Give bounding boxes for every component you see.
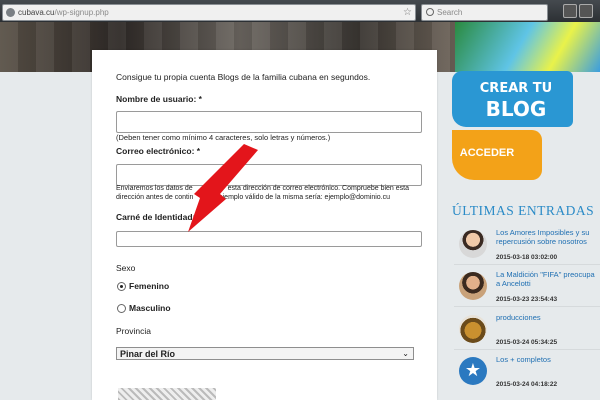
entry-4-title-line1[interactable]: Los + completos (496, 355, 551, 364)
username-input[interactable] (116, 111, 422, 133)
url-path: /wp-signup.php (54, 8, 109, 17)
entry-2-title-line2[interactable]: a Ancelotti (496, 279, 531, 288)
search-placeholder: Search (437, 8, 463, 17)
acceder-label[interactable]: ACCEDER (452, 147, 522, 159)
person-avatar[interactable] (459, 272, 487, 300)
search-icon (426, 8, 434, 16)
radio-femenino[interactable] (117, 282, 126, 291)
person-avatar[interactable] (459, 230, 487, 258)
entry-1-date: 2015-03-18 03:02:00 (496, 254, 558, 261)
radio-masculino[interactable] (117, 304, 126, 313)
crear-line2: BLOG (485, 97, 547, 121)
home-icon[interactable] (563, 4, 577, 18)
url-host: cubava.cu (18, 8, 55, 17)
entry-4-date: 2015-03-24 04:18:22 (496, 381, 558, 388)
crear-blog-label[interactable]: CREAR TU BLOG (466, 79, 566, 119)
entry-3-date: 2015-03-24 05:34:25 (496, 339, 558, 346)
provincia-selected: Pinar del Río (120, 349, 176, 359)
crear-line1: CREAR TU (479, 81, 553, 96)
provincia-select[interactable]: Pinar del Río ⌄ (116, 347, 414, 360)
menu-icon[interactable] (579, 4, 593, 18)
radio-masculino-label: Masculino (129, 303, 171, 313)
radio-femenino-label: Femenino (129, 281, 170, 291)
entry-3-title-line1[interactable]: producciones (496, 313, 541, 322)
ultimas-entradas-heading: ÚLTIMAS ENTRADAS (452, 203, 595, 218)
entry-divider (454, 349, 600, 350)
provincia-label: Provincia (116, 326, 151, 336)
entry-2-title-line1[interactable]: La Maldición "FIFA" preocupa (496, 270, 595, 279)
header-decoration-image (455, 22, 600, 72)
red-arrow-annotation (188, 144, 258, 232)
browser-toolbar: cubava.cu/wp-signup.php ☆ Search (0, 0, 600, 22)
entry-divider (454, 306, 600, 307)
username-label: Nombre de usuario: * (116, 94, 202, 104)
entry-1-title-line2[interactable]: repercusión sobre nosotros (496, 237, 587, 246)
entry-1-title-line1[interactable]: Los Amores Imposibles y su (496, 228, 589, 237)
signup-intro: Consigue tu propia cuenta Blogs de la fa… (116, 72, 371, 82)
star-avatar[interactable]: ★ (459, 357, 487, 385)
bookmark-star-icon[interactable]: ☆ (403, 5, 412, 20)
search-bar[interactable]: Search (421, 4, 548, 21)
address-bar[interactable]: cubava.cu/wp-signup.php ☆ (2, 4, 416, 21)
sexo-label: Sexo (116, 263, 136, 273)
entry-divider (454, 264, 600, 265)
site-identity-icon[interactable] (6, 8, 15, 17)
entry-2-date: 2015-03-23 23:54:43 (496, 296, 558, 303)
star-icon: ★ (464, 360, 482, 380)
captcha-image (118, 388, 216, 400)
food-avatar[interactable] (459, 315, 487, 343)
chevron-down-icon: ⌄ (402, 349, 409, 358)
